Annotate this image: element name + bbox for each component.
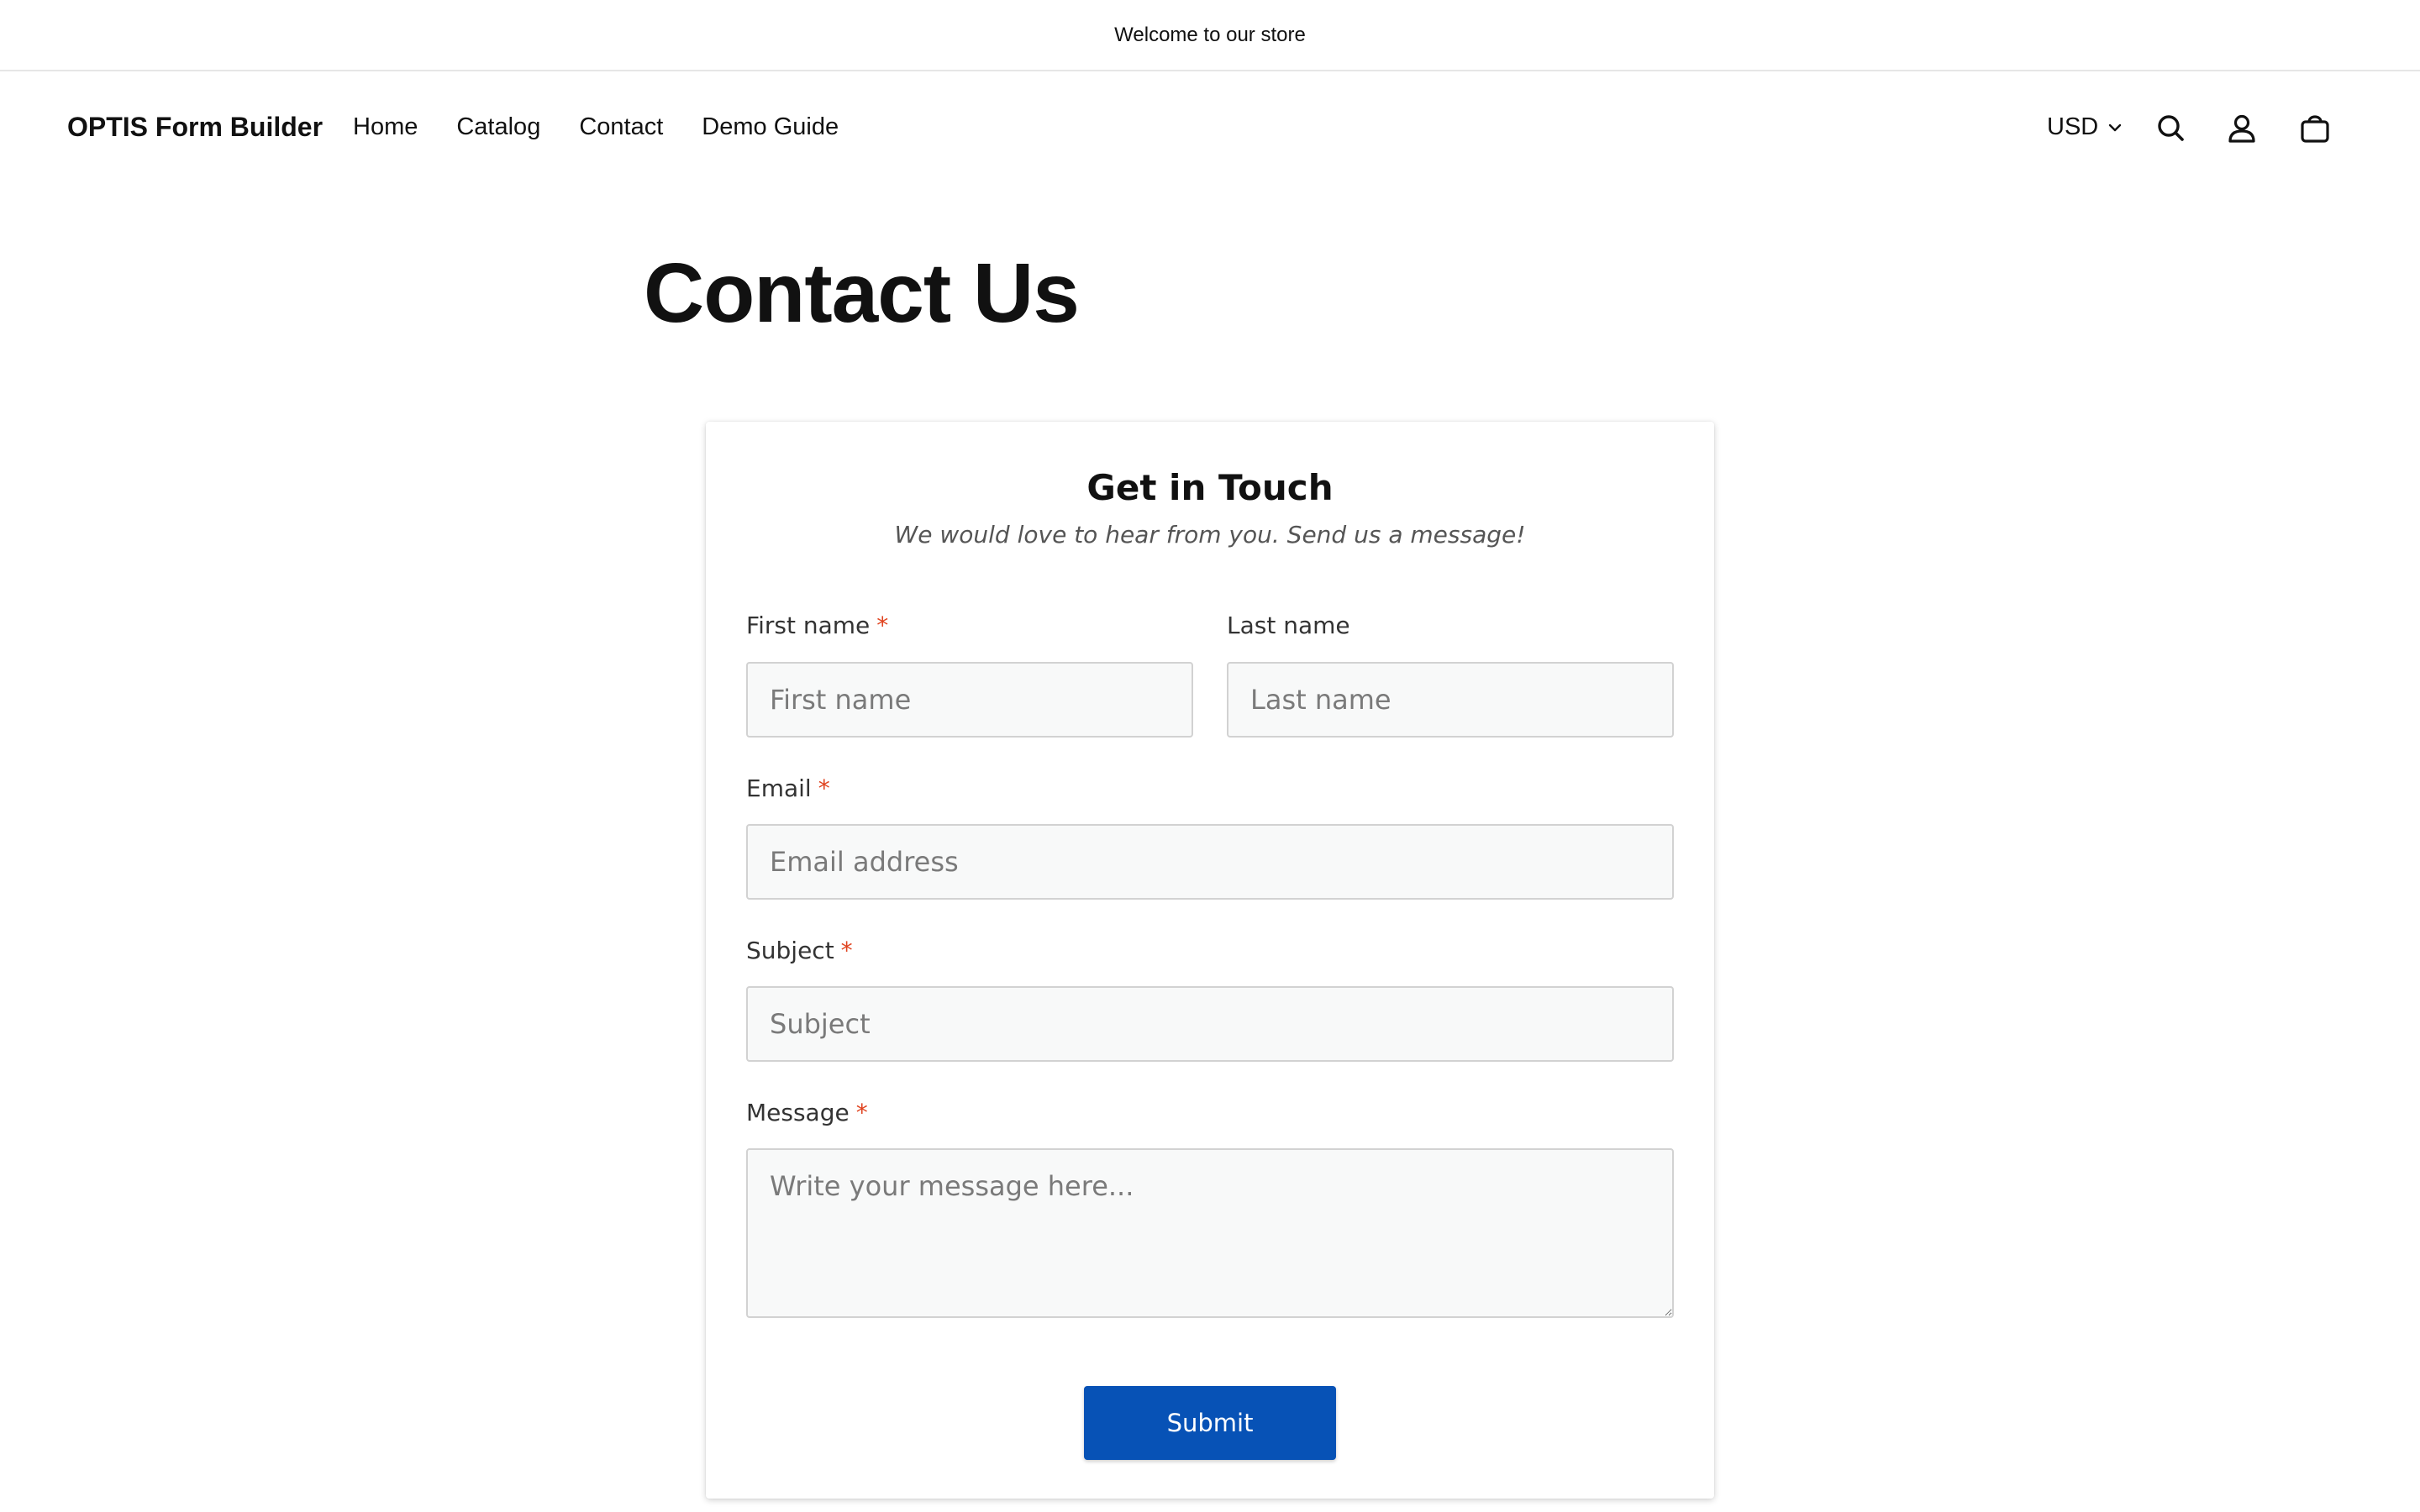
site-header: OPTIS Form Builder Home Catalog Contact … xyxy=(0,73,2420,186)
subject-label: Subject * xyxy=(746,937,853,964)
message-field[interactable] xyxy=(746,1148,1674,1318)
email-label: Email * xyxy=(746,774,830,802)
form-title: Get in Touch xyxy=(1086,467,1334,508)
message-label-text: Message xyxy=(746,1099,850,1126)
main-nav: Home Catalog Contact Demo Guide xyxy=(353,113,877,141)
required-marker: * xyxy=(818,774,830,802)
contact-form-card: Get in Touch We would love to hear from … xyxy=(706,422,1714,1499)
required-marker: * xyxy=(840,937,853,964)
page-title: Contact Us xyxy=(644,246,1080,340)
message-label: Message * xyxy=(746,1099,868,1126)
last-name-label-text: Last name xyxy=(1227,612,1350,639)
currency-label: USD xyxy=(2047,113,2099,140)
nav-item-catalog[interactable]: Catalog xyxy=(456,113,540,141)
brand-logo[interactable]: OPTIS Form Builder xyxy=(67,112,323,143)
first-name-field[interactable] xyxy=(746,662,1193,738)
first-name-label-text: First name xyxy=(746,612,871,639)
search-icon[interactable] xyxy=(2153,110,2190,147)
announcement-bar: Welcome to our store xyxy=(0,0,2420,71)
currency-selector[interactable]: USD xyxy=(2047,113,2123,141)
chevron-down-icon xyxy=(2109,123,2122,131)
email-field[interactable] xyxy=(746,824,1674,900)
cart-icon[interactable] xyxy=(2296,110,2333,147)
account-icon[interactable] xyxy=(2223,110,2260,147)
subject-field[interactable] xyxy=(746,986,1674,1062)
required-marker: * xyxy=(876,612,889,639)
form-subtitle: We would love to hear from you. Send us … xyxy=(894,521,1526,549)
nav-item-home[interactable]: Home xyxy=(353,113,418,141)
submit-button[interactable]: Submit xyxy=(1084,1386,1336,1460)
nav-item-demo-guide[interactable]: Demo Guide xyxy=(702,113,839,141)
first-name-label: First name * xyxy=(746,612,888,639)
last-name-field[interactable] xyxy=(1227,662,1674,738)
announcement-text: Welcome to our store xyxy=(1114,23,1306,46)
last-name-label: Last name xyxy=(1227,612,1350,639)
subject-label-text: Subject xyxy=(746,937,834,964)
nav-item-contact[interactable]: Contact xyxy=(579,113,663,141)
email-label-text: Email xyxy=(746,774,812,802)
required-marker: * xyxy=(855,1099,868,1126)
